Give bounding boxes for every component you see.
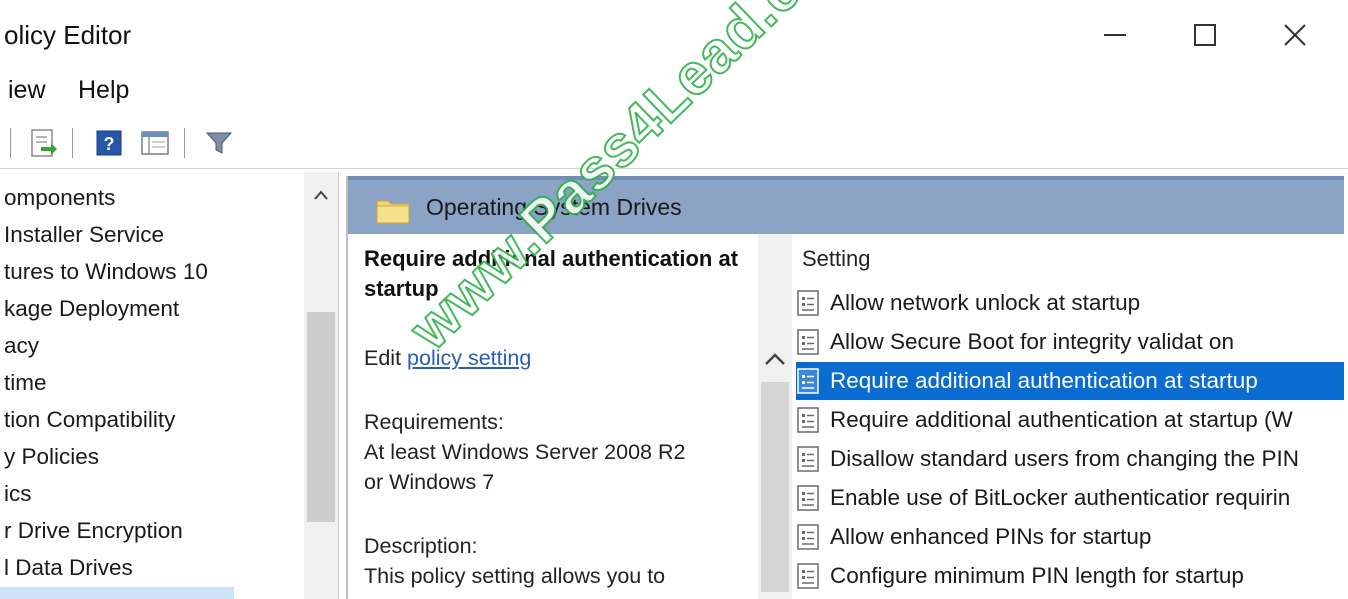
export-list-icon [31, 129, 57, 157]
close-button[interactable] [1265, 12, 1325, 58]
requirements-label: Requirements: [364, 410, 504, 434]
category-tree: omponents Installer Service tures to Win… [0, 172, 339, 599]
edit-policy-link[interactable]: policy setting [407, 346, 531, 370]
setting-row[interactable]: Require additional authentication at sta… [796, 401, 1344, 439]
setting-label: Disallow standard users from changing th… [830, 446, 1299, 471]
toolbar-separator [72, 128, 73, 158]
setting-row[interactable]: Disallow standard users from changing th… [796, 440, 1344, 478]
setting-row[interactable]: Allow network unlock at startup [796, 284, 1344, 322]
tree-item[interactable]: tures to Windows 10 [4, 254, 208, 290]
window-title: olicy Editor [4, 20, 132, 50]
chevron-up-icon [765, 353, 785, 365]
section-title: Operating System Drives [426, 194, 682, 220]
setting-label: Require additional authentication at sta… [830, 368, 1258, 393]
setting-label: Enable use of BitLocker authenticatior r… [830, 485, 1291, 510]
setting-label: Allow enhanced PINs for startup [830, 524, 1152, 549]
scroll-thumb[interactable] [307, 312, 335, 522]
filter-icon [205, 132, 233, 154]
tree-item[interactable]: time [4, 365, 47, 401]
policy-setting-icon [796, 562, 822, 590]
description-pane: Require additional authentication at sta… [348, 234, 758, 599]
tree-item[interactable]: kage Deployment [4, 291, 179, 327]
filter-button[interactable] [200, 124, 238, 162]
menu-bar: iew Help [0, 72, 1348, 112]
setting-label: Require additional authentication at sta… [830, 407, 1293, 432]
tree-item[interactable]: l Data Drives [4, 550, 133, 586]
details-pane: Operating System Drives Require addition… [346, 176, 1344, 599]
setting-row[interactable]: Enable use of BitLocker authenticatior r… [796, 479, 1344, 517]
policy-setting-icon [796, 406, 822, 434]
chevron-up-icon [314, 190, 328, 200]
policy-setting-icon [796, 523, 822, 551]
minimize-icon [1104, 34, 1126, 36]
policy-setting-icon [796, 445, 822, 473]
folder-icon [376, 200, 410, 224]
toolbar-separator [184, 128, 185, 158]
tree-scrollbar[interactable] [304, 172, 338, 599]
policy-setting-icon [796, 484, 822, 512]
menu-help[interactable]: Help [78, 76, 129, 105]
policy-setting-icon [796, 289, 822, 317]
tree-item[interactable]: acy [4, 328, 39, 364]
setting-row[interactable]: Allow Secure Boot for integrity validat … [796, 323, 1344, 361]
show-hide-pane-button[interactable] [136, 124, 174, 162]
help-icon: ? [96, 130, 122, 156]
setting-row-selected[interactable]: Require additional authentication at sta… [796, 362, 1344, 400]
policy-setting-icon [796, 367, 822, 395]
svg-text:?: ? [104, 134, 115, 154]
description-label: Description: [364, 534, 478, 558]
tree-item[interactable]: omponents [4, 180, 115, 216]
tree-item-selected[interactable] [0, 587, 234, 599]
setting-row[interactable]: Configure minimum PIN length for startup [796, 557, 1344, 595]
description-scrollbar[interactable] [758, 234, 792, 599]
edit-prefix: Edit [364, 346, 408, 370]
requirements-line: or Windows 7 [364, 470, 495, 494]
minimize-button[interactable] [1085, 12, 1145, 58]
edit-policy-line: Edit policy setting [364, 346, 531, 371]
setting-label: Configure minimum PIN length for startup [830, 563, 1244, 588]
setting-row[interactable]: Allow enhanced PINs for startup [796, 518, 1344, 556]
setting-label: Allow Secure Boot for integrity validat … [830, 329, 1234, 354]
section-header: Operating System Drives [348, 176, 1344, 238]
show-hide-pane-icon [141, 131, 169, 155]
tree-item[interactable]: r Drive Encryption [4, 513, 183, 549]
scroll-up-button[interactable] [304, 180, 338, 210]
policy-setting-icon [796, 328, 822, 356]
scroll-thumb[interactable] [761, 382, 789, 592]
menu-view[interactable]: iew [8, 76, 46, 105]
toolbar-separator [10, 128, 11, 158]
maximize-icon [1194, 24, 1216, 46]
toolbar: ? [0, 116, 1348, 169]
maximize-button[interactable] [1175, 12, 1235, 58]
title-bar: olicy Editor [0, 0, 1348, 70]
tree-item[interactable]: ics [4, 476, 32, 512]
help-button[interactable]: ? [90, 124, 128, 162]
policy-title: Require additional authentication at sta… [364, 246, 739, 301]
scroll-up-button[interactable] [758, 344, 792, 374]
settings-list: Setting Allow network unlock at startup A… [792, 234, 1344, 599]
close-icon [1284, 24, 1306, 46]
export-list-button[interactable] [24, 124, 62, 162]
tree-item[interactable]: tion Compatibility [4, 402, 175, 438]
tree-item[interactable]: Installer Service [4, 217, 164, 253]
requirements-line: At least Windows Server 2008 R2 [364, 440, 686, 464]
tree-item[interactable]: y Policies [4, 439, 99, 475]
description-line: This policy setting allows you to [364, 564, 666, 588]
setting-label: Allow network unlock at startup [830, 290, 1141, 315]
setting-column-header[interactable]: Setting [802, 246, 871, 272]
